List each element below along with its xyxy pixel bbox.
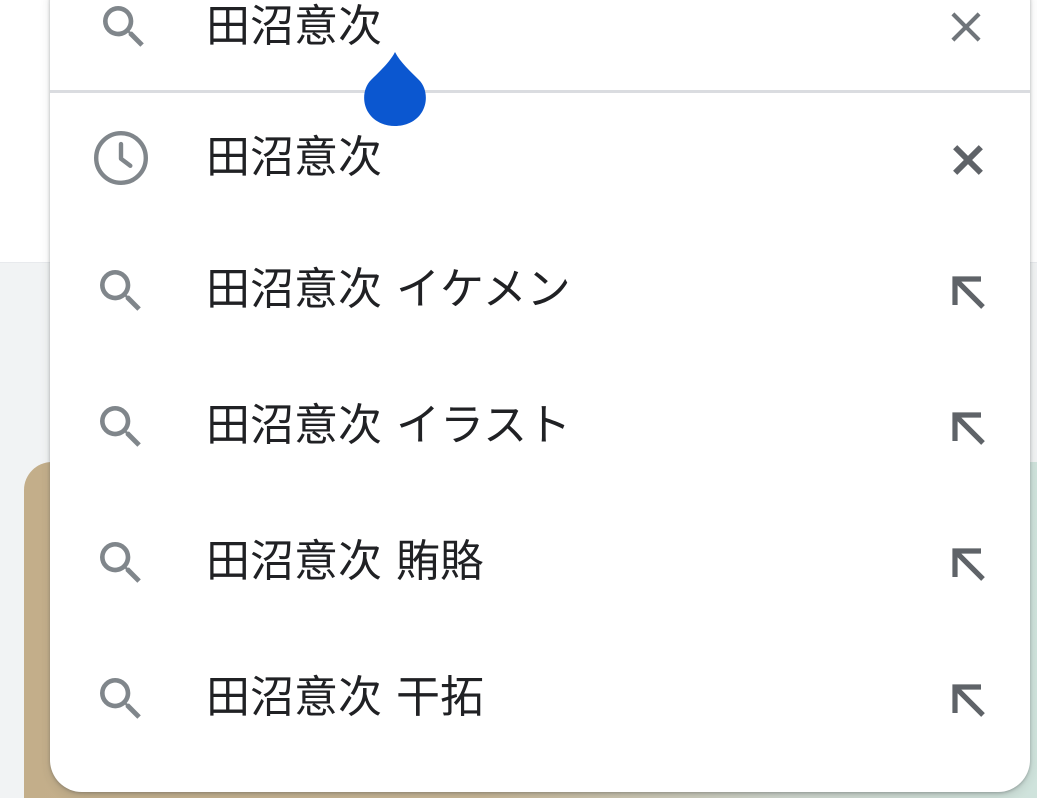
fill-query-button[interactable]	[936, 260, 1000, 324]
suggestion-item[interactable]: 田沼意次 賄賂	[50, 494, 1030, 630]
search-icon	[88, 530, 154, 596]
fill-query-arrow-icon	[952, 412, 985, 445]
suggestion-list: 田沼意次 田沼意次 イケメン 田沼意次 イラスト 田沼意次 賄賂 田沼意次 干拓	[50, 94, 1030, 766]
fill-query-button[interactable]	[936, 532, 1000, 596]
suggestion-item[interactable]: 田沼意次 干拓	[50, 630, 1030, 766]
remove-history-button[interactable]	[936, 128, 1000, 192]
suggestion-text: 田沼意次 賄賂	[206, 536, 484, 587]
remove-icon	[953, 145, 983, 175]
suggestion-text: 田沼意次 イラスト	[206, 400, 572, 451]
fill-query-arrow-icon	[952, 548, 985, 581]
suggestion-item[interactable]: 田沼意次 イラスト	[50, 358, 1030, 494]
search-icon	[88, 394, 154, 460]
suggestion-text: 田沼意次 干拓	[206, 672, 484, 723]
search-icon	[88, 258, 154, 324]
search-bar	[50, 0, 1030, 90]
fill-query-arrow-icon	[952, 684, 985, 717]
suggestion-item[interactable]: 田沼意次 イケメン	[50, 222, 1030, 358]
suggestion-item[interactable]: 田沼意次	[50, 94, 1030, 222]
search-input[interactable]	[206, 0, 906, 54]
clear-search-button[interactable]	[936, 0, 996, 54]
search-divider	[50, 90, 1030, 93]
fill-query-button[interactable]	[936, 668, 1000, 732]
fill-query-button[interactable]	[936, 396, 1000, 460]
suggestion-text: 田沼意次	[206, 132, 382, 183]
fill-query-arrow-icon	[952, 276, 985, 309]
suggestion-text: 田沼意次 イケメン	[206, 264, 571, 315]
close-icon	[951, 12, 981, 42]
search-icon	[88, 666, 154, 732]
search-suggestions-panel: 田沼意次 田沼意次 イケメン	[50, 0, 1030, 792]
history-icon	[88, 125, 154, 191]
search-icon	[94, 0, 154, 54]
